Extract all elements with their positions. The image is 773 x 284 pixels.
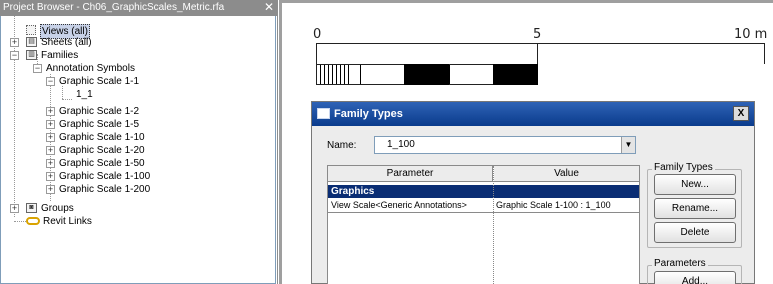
tree-node-type-label: 1_1 bbox=[76, 89, 93, 100]
family-icon: ▥ bbox=[26, 50, 37, 60]
family-types-group-label: Family Types bbox=[652, 162, 715, 173]
collapse-icon[interactable]: − bbox=[46, 77, 55, 86]
expand-icon[interactable]: + bbox=[46, 120, 55, 129]
tree-node-family-expanded[interactable]: Graphic Scale 1-1 bbox=[59, 75, 139, 88]
tree-connector bbox=[62, 99, 72, 100]
close-icon[interactable]: ✕ bbox=[263, 0, 275, 16]
expand-icon[interactable]: + bbox=[46, 107, 55, 116]
tree-node-family-label: Graphic Scale 1-20 bbox=[59, 145, 145, 156]
scale-bar-hatch bbox=[332, 65, 333, 84]
scale-bar-top bbox=[316, 43, 765, 64]
add-parameter-button[interactable]: Add... bbox=[654, 271, 736, 284]
scale-bar-hatch bbox=[324, 65, 325, 84]
tree-node-revit-links-label: Revit Links bbox=[43, 216, 92, 227]
expand-icon[interactable]: + bbox=[46, 159, 55, 168]
expand-icon[interactable]: + bbox=[46, 146, 55, 155]
column-header-value[interactable]: Value bbox=[494, 166, 639, 182]
tree-node-family[interactable]: Graphic Scale 1-10 bbox=[59, 131, 145, 144]
scale-bar-hatch bbox=[344, 65, 345, 84]
dialog-title: Family Types bbox=[334, 108, 403, 120]
expand-icon[interactable]: + bbox=[46, 185, 55, 194]
scale-bar-divider bbox=[449, 65, 450, 84]
scale-bar-hatch bbox=[336, 65, 337, 84]
tree-node-family-label: Graphic Scale 1-50 bbox=[59, 158, 145, 169]
table-group-row[interactable]: Graphics bbox=[328, 185, 639, 198]
tree-node-family-label: Graphic Scale 1-100 bbox=[59, 171, 151, 182]
tree-node-family-label: Graphic Scale 1-2 bbox=[59, 106, 140, 117]
tree-node-type[interactable]: 1_1 bbox=[76, 88, 93, 101]
sheet-icon: ▤ bbox=[26, 37, 37, 47]
parameters-group-label: Parameters bbox=[652, 258, 708, 269]
rename-type-button[interactable]: Rename... bbox=[654, 198, 736, 219]
tree-node-family-label: Graphic Scale 1-1 bbox=[59, 76, 140, 87]
view-icon bbox=[26, 25, 36, 35]
tree-node-family[interactable]: Graphic Scale 1-5 bbox=[59, 118, 139, 131]
column-header-parameter[interactable]: Parameter bbox=[328, 166, 493, 182]
scale-bar-midline bbox=[537, 43, 538, 64]
dialog-app-icon bbox=[317, 108, 330, 119]
tree-node-family[interactable]: Graphic Scale 1-20 bbox=[59, 144, 145, 157]
dialog-title-bar[interactable]: Family Types bbox=[312, 102, 754, 126]
tree-node-families-label: Families bbox=[41, 50, 79, 61]
scale-bar-black-segment bbox=[493, 64, 538, 85]
expand-icon[interactable]: + bbox=[46, 133, 55, 142]
expand-icon[interactable]: + bbox=[10, 204, 19, 213]
name-label: Name: bbox=[327, 140, 357, 151]
parameters-table[interactable]: Parameter Value Graphics View Scale<Gene… bbox=[327, 165, 640, 284]
row-divider bbox=[328, 212, 639, 213]
scale-bar-hatch bbox=[360, 65, 361, 84]
table-cell-parameter[interactable]: View Scale<Generic Annotations> bbox=[331, 199, 491, 212]
expand-icon[interactable]: + bbox=[46, 172, 55, 181]
project-browser-tree: Views (all) + ▤ Sheets (all) − ▥ Familie… bbox=[0, 16, 276, 284]
column-divider bbox=[493, 166, 494, 284]
group-icon: ◙ bbox=[26, 203, 37, 213]
tree-node-family[interactable]: Graphic Scale 1-2 bbox=[59, 105, 139, 118]
project-browser-title: Project Browser - Ch06_GraphicScales_Met… bbox=[3, 2, 225, 13]
tree-connector bbox=[14, 221, 26, 222]
tree-node-family[interactable]: Graphic Scale 1-100 bbox=[59, 170, 150, 183]
tree-node-family-label: Graphic Scale 1-5 bbox=[59, 119, 140, 130]
close-icon[interactable]: X bbox=[733, 106, 749, 121]
table-cell-value[interactable]: Graphic Scale 1-100 : 1_100 bbox=[496, 199, 638, 212]
tree-node-annotation-symbols-label: Annotation Symbols bbox=[46, 63, 135, 74]
scale-label-end: 10 m bbox=[734, 27, 768, 42]
scale-bar-hatch bbox=[348, 65, 349, 84]
family-types-dialog: Family Types X Name: 1_100 ▼ Parameter V… bbox=[311, 101, 755, 284]
project-browser-title-bar: Project Browser - Ch06_GraphicScales_Met… bbox=[0, 0, 278, 16]
scale-bar-black-segment bbox=[404, 64, 449, 85]
delete-type-button[interactable]: Delete bbox=[654, 222, 736, 243]
new-type-button[interactable]: New... bbox=[654, 174, 736, 195]
tree-node-groups-label: Groups bbox=[41, 203, 74, 214]
scale-bar-hatch bbox=[328, 65, 329, 84]
link-icon bbox=[26, 217, 40, 225]
tree-node-sheets-label: Sheets (all) bbox=[41, 37, 92, 48]
collapse-icon[interactable]: − bbox=[10, 51, 19, 60]
type-name-value: 1_100 bbox=[387, 139, 415, 150]
tree-node-family[interactable]: Graphic Scale 1-50 bbox=[59, 157, 145, 170]
scale-label-mid: 5 bbox=[533, 27, 542, 42]
chevron-down-icon[interactable]: ▼ bbox=[621, 137, 635, 153]
tree-node-family[interactable]: Graphic Scale 1-200 bbox=[59, 183, 150, 196]
scale-bar-hatch bbox=[320, 65, 321, 84]
tree-node-family-label: Graphic Scale 1-10 bbox=[59, 132, 145, 143]
expand-icon[interactable]: + bbox=[10, 38, 19, 47]
scale-label-zero: 0 bbox=[313, 27, 322, 42]
project-browser-panel: Project Browser - Ch06_GraphicScales_Met… bbox=[0, 0, 278, 284]
tree-node-family-label: Graphic Scale 1-200 bbox=[59, 184, 151, 195]
collapse-icon[interactable]: − bbox=[33, 64, 42, 73]
scale-bar-hatch bbox=[340, 65, 341, 84]
type-name-dropdown[interactable]: 1_100 ▼ bbox=[374, 136, 636, 154]
tree-node-annotation-symbols[interactable]: Annotation Symbols bbox=[46, 62, 135, 75]
